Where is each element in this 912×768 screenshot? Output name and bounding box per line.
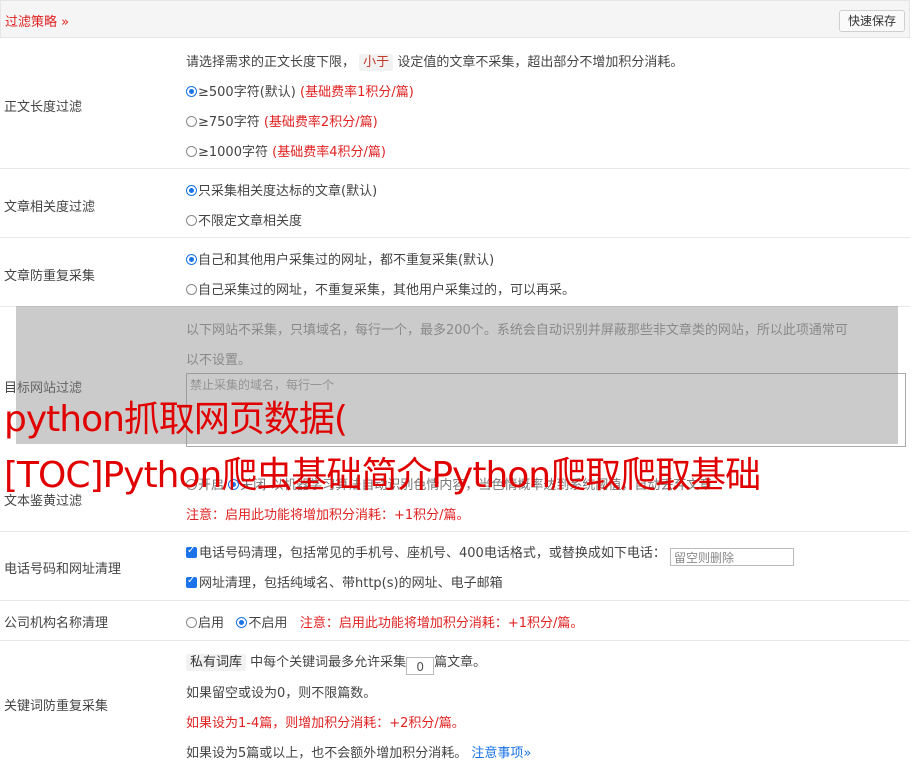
- keyword-line-1: 私有词库 中每个关键词最多允许采集 0 篇文章。: [186, 651, 486, 675]
- company-off-text: 不启用: [248, 616, 288, 631]
- length-filter-row: 正文长度过滤 请选择需求的正文长度下限， 小于 设定值的文章不采集，超出部分不增…: [0, 38, 910, 169]
- relevance-row: 文章相关度过滤 只采集相关度达标的文章(默认) 不限定文章相关度: [0, 169, 910, 238]
- company-on-text: 启用: [198, 616, 225, 631]
- dedup-option-1[interactable]: 自己和其他用户采集过的网址，都不重复采集(默认): [186, 249, 494, 268]
- radio-icon[interactable]: [186, 146, 197, 157]
- option-note: (基础费率2积分/篇): [263, 115, 378, 130]
- porn-note: 注意：启用此功能将增加积分消耗：+1积分/篇。: [186, 508, 470, 523]
- notes-link[interactable]: 注意事项»: [471, 746, 531, 761]
- length-option-500[interactable]: ≥500字符(默认) (基础费率1积分/篇): [186, 81, 414, 100]
- radio-selected-icon[interactable]: [236, 617, 248, 628]
- keyword-line-4: 如果设为5篇或以上，也不会额外增加积分消耗。 注意事项»: [186, 742, 531, 761]
- radio-selected-icon[interactable]: [186, 185, 197, 196]
- option-note: (基础费率4积分/篇): [272, 145, 386, 160]
- option-note: (基础费率1积分/篇): [300, 85, 414, 100]
- desc-pre: 请选择需求的正文长度下限，: [186, 55, 356, 70]
- checkbox-checked-icon[interactable]: [186, 545, 197, 558]
- url-text: 网址清理，包括纯域名、带http(s)的网址、电子邮箱: [199, 576, 503, 591]
- radio-selected-icon[interactable]: [186, 254, 197, 265]
- phone-clean-option[interactable]: 电话号码清理，包括常见的手机号、座机号、400电话格式，或替换成如下电话： 留空…: [186, 542, 794, 566]
- dedup-label: 文章防重复采集: [4, 269, 96, 284]
- option-text: 自己采集过的网址，不重复采集，其他用户采集过的，可以再采。: [198, 283, 576, 298]
- radio-icon[interactable]: [186, 116, 197, 127]
- relevance-option-1[interactable]: 只采集相关度达标的文章(默认): [186, 180, 377, 199]
- option-text: 不限定文章相关度: [198, 214, 303, 229]
- url-clean-option[interactable]: 网址清理，包括纯域名、带http(s)的网址、电子邮箱: [186, 572, 503, 591]
- keyword-row: 关键词防重复采集 私有词库 中每个关键词最多允许采集 0 篇文章。 如果留空或设为0…: [0, 641, 910, 768]
- watermark-line-1: python抓取网页数据(: [4, 399, 348, 440]
- checkbox-checked-icon[interactable]: [186, 575, 197, 588]
- filter-header: 过滤策略 » 快速保存: [0, 0, 910, 38]
- keyword-line4-text: 如果设为5篇或以上，也不会额外增加积分消耗。: [186, 746, 468, 761]
- option-text: 只采集相关度达标的文章(默认): [198, 184, 378, 199]
- filter-strategy-title[interactable]: 过滤策略 »: [5, 11, 69, 30]
- private-lexicon-tag[interactable]: 私有词库: [186, 654, 247, 671]
- option-text: ≥500字符(默认): [198, 85, 296, 100]
- watermark-line-2: [TOC]Python爬虫基础简介Python爬取爬取基础: [4, 455, 761, 496]
- option-text: ≥1000字符: [198, 145, 268, 160]
- relevance-option-2[interactable]: 不限定文章相关度: [186, 210, 302, 229]
- dedup-row: 文章防重复采集 自己和其他用户采集过的网址，都不重复采集(默认) 自己采集过的网…: [0, 238, 910, 307]
- length-filter-label: 正文长度过滤: [4, 100, 83, 115]
- company-row: 公司机构名称清理 启用 不启用 注意：启用此功能将增加积分消耗：+1积分/篇。: [0, 601, 910, 641]
- company-options: 启用 不启用 注意：启用此功能将增加积分消耗：+1积分/篇。: [186, 612, 583, 631]
- length-option-1000[interactable]: ≥1000字符 (基础费率4积分/篇): [186, 141, 386, 160]
- dedup-option-2[interactable]: 自己采集过的网址，不重复采集，其他用户采集过的，可以再采。: [186, 279, 575, 298]
- radio-icon[interactable]: [186, 617, 197, 628]
- radio-selected-icon[interactable]: [186, 86, 197, 97]
- company-label: 公司机构名称清理: [4, 616, 109, 631]
- quick-save-button[interactable]: 快速保存: [838, 10, 905, 32]
- less-than-tag: 小于: [359, 54, 394, 71]
- option-text: ≥750字符: [198, 115, 260, 130]
- phone-url-label: 电话号码和网址清理: [4, 562, 122, 577]
- relevance-label: 文章相关度过滤: [4, 200, 96, 215]
- keyword-line-3: 如果设为1-4篇，则增加积分消耗：+2积分/篇。: [186, 716, 465, 731]
- length-filter-desc: 请选择需求的正文长度下限， 小于 设定值的文章不采集，超出部分不增加积分消耗。: [186, 51, 684, 71]
- keyword-line1-post: 篇文章。: [434, 655, 487, 670]
- keyword-line-2: 如果留空或设为0，则不限篇数。: [186, 686, 377, 701]
- phone-text: 电话号码清理，包括常见的手机号、座机号、400电话格式，或替换成如下电话：: [199, 546, 666, 561]
- phone-replace-input[interactable]: 留空则删除: [669, 548, 794, 566]
- company-note: 注意：启用此功能将增加积分消耗：+1积分/篇。: [299, 616, 584, 631]
- keyword-label: 关键词防重复采集: [4, 699, 109, 714]
- radio-icon[interactable]: [186, 284, 197, 295]
- option-text: 自己和其他用户采集过的网址，都不重复采集(默认): [198, 253, 495, 268]
- length-option-750[interactable]: ≥750字符 (基础费率2积分/篇): [186, 111, 378, 130]
- phone-url-row: 电话号码和网址清理 电话号码清理，包括常见的手机号、座机号、400电话格式，或替…: [0, 532, 910, 601]
- desc-post: 设定值的文章不采集，超出部分不增加积分消耗。: [397, 55, 684, 70]
- max-articles-input[interactable]: 0: [406, 657, 435, 675]
- keyword-line1-pre: 中每个关键词最多允许采集: [250, 655, 407, 670]
- radio-icon[interactable]: [186, 215, 197, 226]
